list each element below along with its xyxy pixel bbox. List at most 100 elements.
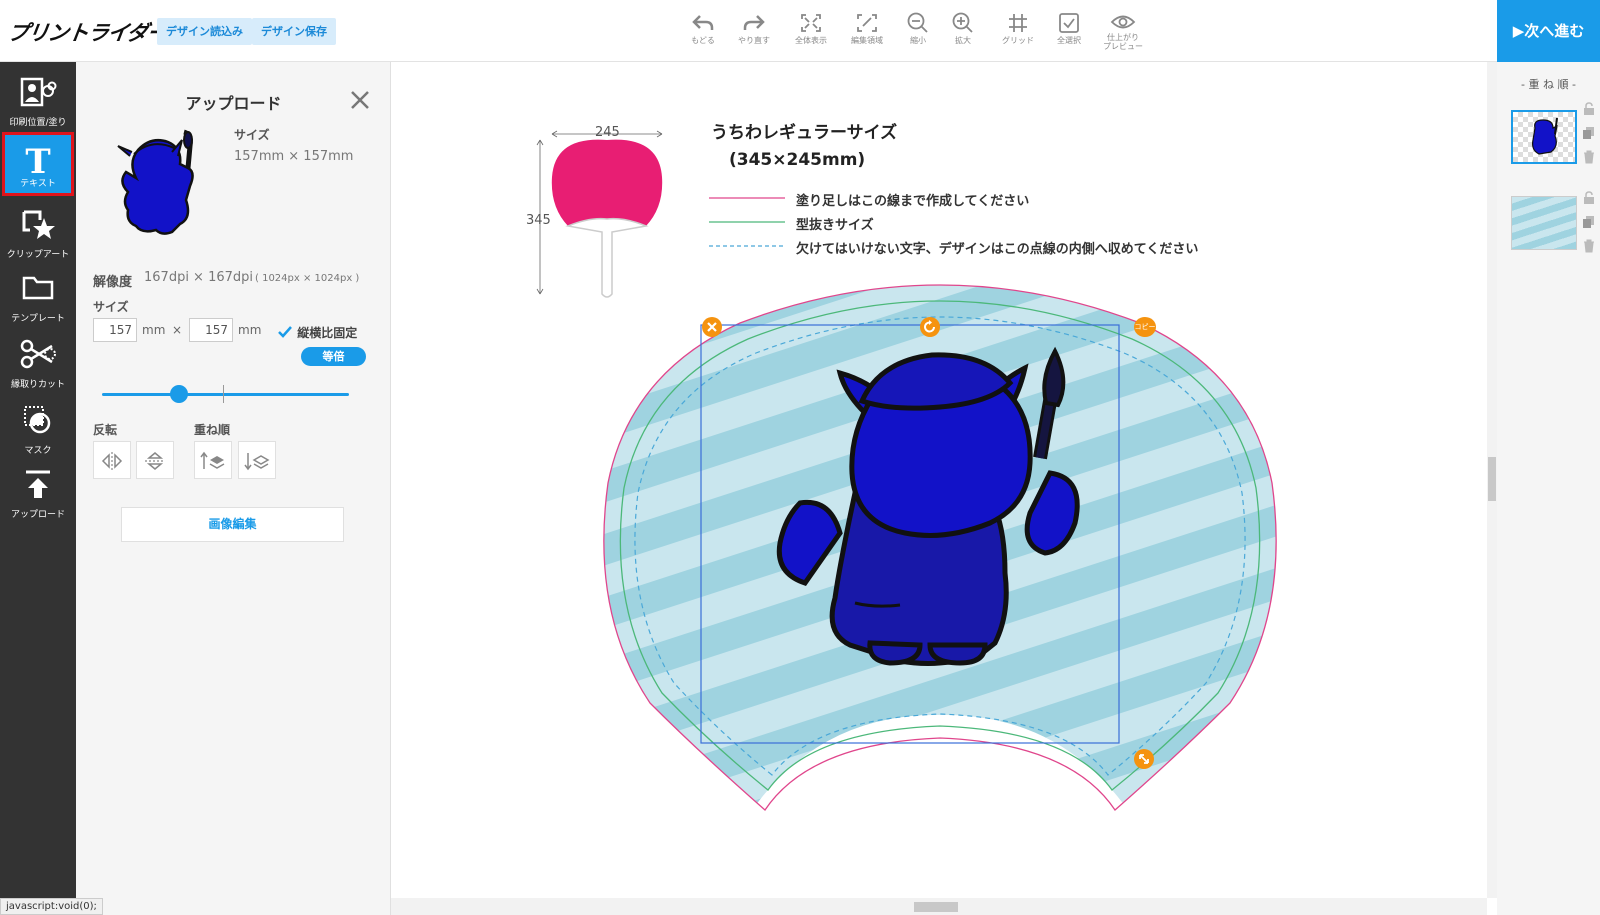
height-unit: mm: [238, 323, 262, 337]
sidebar-item-print-position[interactable]: 印刷位置/塗り: [2, 68, 74, 132]
canvas-product-title: うちわレギュラーサイズ (345×245mm): [711, 120, 897, 174]
mask-icon: [24, 406, 51, 434]
actual-size-button[interactable]: 等倍: [301, 347, 366, 366]
trash-icon[interactable]: [1582, 150, 1596, 164]
check-icon: [278, 326, 292, 338]
zoom-in-icon: [952, 12, 973, 33]
scale-slider-handle[interactable]: [169, 385, 188, 403]
uchiwa-design-area[interactable]: [600, 283, 1280, 813]
legend-safe-text: 欠けてはいけない文字、デザインはこの点線の内側へ収めてください: [796, 242, 1199, 257]
bring-forward-button[interactable]: [194, 441, 232, 479]
redo-button[interactable]: やり直す: [729, 12, 779, 46]
sidebar-label: テンプレート: [11, 314, 65, 324]
sidebar-label: 印刷位置/塗り: [9, 118, 67, 128]
vertical-scroll-thumb[interactable]: [1488, 457, 1496, 501]
preview-icon: [1110, 15, 1136, 29]
rotate-icon: [924, 320, 935, 333]
close-icon: [707, 322, 717, 332]
width-unit: mm: [142, 323, 166, 337]
size-guide-diagram: [536, 130, 663, 298]
logo[interactable]: プリントライダー: [6, 17, 169, 47]
duplicate-icon[interactable]: [1582, 126, 1596, 140]
guide-legend-lines: [709, 197, 785, 247]
fit-view-button[interactable]: 全体表示: [786, 12, 836, 46]
flip-vertical-icon: [145, 452, 165, 470]
close-icon[interactable]: [348, 88, 372, 112]
sidebar-item-clipart[interactable]: クリップアート: [2, 200, 74, 264]
zoom-out-icon: [907, 12, 928, 33]
sidebar-label: テキスト: [20, 179, 56, 189]
text-icon: T: [25, 143, 50, 177]
lock-ratio-label: 縦横比固定: [297, 326, 358, 340]
fit-view-label: 全体表示: [795, 36, 827, 45]
rotate-handle[interactable]: [920, 317, 940, 337]
send-backward-icon: [244, 453, 270, 471]
order-label: 重ね順: [194, 423, 231, 437]
zoom-out-button[interactable]: 縮小: [893, 12, 943, 46]
legend-bleed-text: 塗り足しはこの線まで作成してください: [796, 194, 1030, 209]
sidebar-item-template[interactable]: テンプレート: [2, 264, 74, 328]
lock-icon[interactable]: [1582, 191, 1596, 205]
vertical-scrollbar[interactable]: [1487, 62, 1497, 898]
sidebar-item-text[interactable]: T テキスト: [2, 132, 74, 196]
delete-handle[interactable]: [702, 317, 722, 337]
size-value: 157mm × 157mm: [234, 149, 354, 164]
select-all-button[interactable]: 全選択: [1044, 12, 1094, 46]
copy-handle[interactable]: コピー: [1134, 317, 1156, 337]
undo-button[interactable]: もどる: [678, 12, 728, 46]
edit-image-button[interactable]: 画像編集: [121, 507, 344, 542]
uploaded-image-thumbnail: [117, 129, 194, 235]
layer-item-background[interactable]: [1511, 196, 1577, 250]
upload-properties-panel: アップロード サイズ 157mm × 157mm 解像度 167dpi × 16…: [76, 62, 391, 915]
load-design-button[interactable]: デザイン読込み: [157, 18, 252, 45]
sidebar-label: アップロード: [10, 510, 65, 520]
zoom-in-button[interactable]: 拡大: [938, 12, 988, 46]
grid-icon: [1009, 14, 1027, 32]
edit-area-button[interactable]: 編集領域: [842, 12, 892, 46]
sidebar-label: クリップアート: [6, 250, 70, 260]
resize-icon: [1139, 754, 1149, 764]
save-design-button[interactable]: デザイン保存: [252, 18, 336, 45]
flip-horizontal-button[interactable]: [93, 441, 131, 479]
sidebar-item-mask[interactable]: マスク: [2, 396, 74, 460]
legend-cut-text: 型抜きサイズ: [796, 218, 874, 233]
times-sign: ×: [172, 323, 183, 337]
trash-icon[interactable]: [1582, 239, 1596, 253]
upload-icon: [26, 470, 50, 498]
select-all-icon: [1059, 13, 1079, 33]
print-position-icon: [20, 77, 57, 107]
product-title-line1: うちわレギュラーサイズ: [711, 123, 898, 143]
width-input[interactable]: [93, 318, 137, 342]
grid-button[interactable]: グリッド: [993, 12, 1043, 46]
preview-button[interactable]: 仕上がり プレビュー: [1098, 13, 1148, 51]
clipart-icon: [22, 210, 55, 239]
layer-item-character[interactable]: [1511, 110, 1577, 164]
tool-sidebar: 印刷位置/塗り T テキスト クリップアート テンプレート 縁取りカット マスク…: [0, 62, 76, 915]
flip-horizontal-icon: [101, 452, 123, 470]
sidebar-item-border-cut[interactable]: 縁取りカット: [2, 330, 74, 394]
top-header: プリントライダー デザイン読込み デザイン保存 もどる やり直す 全体表示 編集…: [0, 0, 1600, 62]
grid-label: グリッド: [1002, 36, 1034, 45]
edit-area-icon: [857, 14, 877, 32]
horizontal-scroll-thumb[interactable]: [914, 902, 958, 912]
fit-view-icon: [801, 14, 821, 32]
scale-slider[interactable]: [102, 393, 349, 396]
product-title-line2: (345×245mm): [729, 150, 866, 170]
status-url: javascript:void(0);: [0, 898, 103, 915]
sidebar-label: マスク: [24, 446, 52, 456]
guide-height-label: 345: [526, 213, 551, 228]
flip-vertical-button[interactable]: [136, 441, 174, 479]
sidebar-item-upload[interactable]: アップロード: [2, 460, 74, 524]
horizontal-scrollbar[interactable]: [391, 898, 1487, 915]
resolution-label: 解像度: [93, 275, 133, 290]
preview-label: 仕上がり プレビュー: [1103, 33, 1143, 51]
height-input[interactable]: [189, 318, 233, 342]
next-step-button[interactable]: ▶次へ進む: [1497, 0, 1600, 62]
lock-icon[interactable]: [1582, 102, 1596, 116]
duplicate-icon[interactable]: [1582, 215, 1596, 229]
resize-handle[interactable]: [1134, 749, 1154, 769]
lock-ratio-checkbox[interactable]: 縦横比固定: [277, 324, 357, 341]
slider-center-tick: [223, 385, 224, 403]
send-backward-button[interactable]: [238, 441, 276, 479]
zoom-out-label: 縮小: [910, 36, 926, 45]
